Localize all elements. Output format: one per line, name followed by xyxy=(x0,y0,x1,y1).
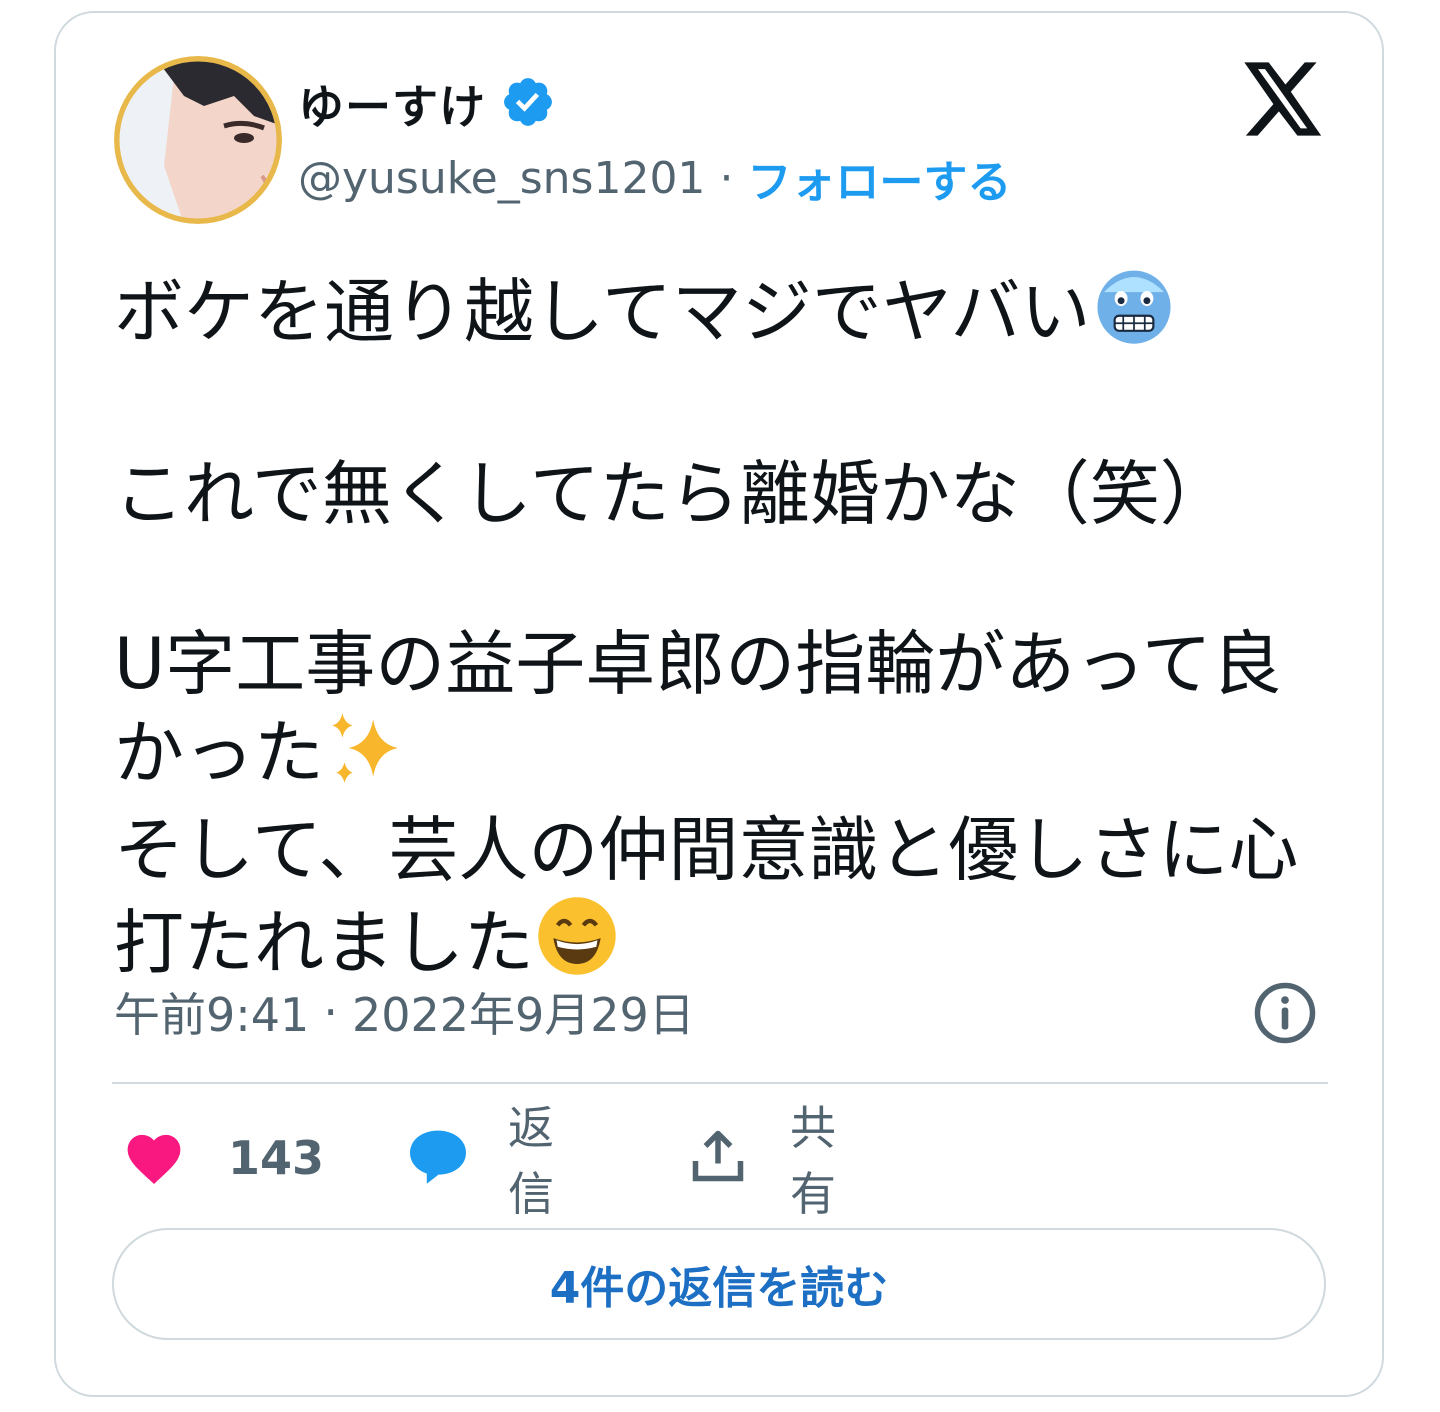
tweet-time: 午前9:41 xyxy=(114,988,310,1042)
share-button[interactable]: 共有 xyxy=(688,1101,836,1221)
cold-face-emoji xyxy=(1091,262,1177,367)
tweet-paragraph: これで無くしてたら離婚かな（笑） xyxy=(114,453,1230,535)
avatar[interactable] xyxy=(114,56,282,224)
author-handle[interactable]: @yusuke_sns1201 xyxy=(298,153,705,204)
read-replies-button[interactable]: 4件の返信を読む xyxy=(112,1228,1326,1340)
author-name-row[interactable]: ゆーすけ xyxy=(298,74,556,134)
handle-separator: · xyxy=(719,152,734,204)
divider xyxy=(112,1082,1328,1084)
reply-bubble-icon xyxy=(406,1126,470,1190)
share-icon xyxy=(688,1126,748,1190)
sparkles-emoji xyxy=(324,707,406,808)
author-display-name[interactable]: ゆーすけ xyxy=(298,71,486,137)
like-count: 143 xyxy=(228,1131,325,1185)
follow-button[interactable]: フォローする xyxy=(747,146,1011,210)
author-handle-row: @yusuke_sns1201 · フォローする xyxy=(298,146,1011,210)
share-label: 共有 xyxy=(790,1101,836,1221)
x-logo-icon[interactable] xyxy=(1244,62,1324,136)
info-icon[interactable] xyxy=(1252,980,1318,1046)
tweet-body: ボケを通り越してマジでヤバい これで無くしてたら離婚かな（笑） U字工事の益子卓… xyxy=(114,262,1334,998)
tweet-text-line: そして、芸人の仲間意識と優しさに心打たれました xyxy=(114,809,1299,984)
tweet-paragraph: ボケを通り越してマジでヤバい xyxy=(114,262,1334,367)
meta-separator: · xyxy=(323,985,338,1039)
tweet-timestamp[interactable]: 午前9:41 · 2022年9月29日 xyxy=(114,982,695,1042)
heart-icon xyxy=(122,1127,186,1189)
tweet-text-line: U字工事の益子卓郎の指輪があって良かった xyxy=(114,623,1282,794)
reply-label: 返信 xyxy=(508,1101,554,1221)
verified-badge-icon xyxy=(500,74,556,134)
tweet-paragraph: U字工事の益子卓郎の指輪があって良かった そして、芸人の仲間意識と優しさに心打たれ… xyxy=(114,622,1334,998)
reply-button[interactable]: 返信 xyxy=(406,1101,554,1221)
tweet-text-line: ボケを通り越してマジでヤバい xyxy=(114,271,1091,353)
like-button[interactable]: 143 xyxy=(122,1120,324,1196)
tweet-date: 2022年9月29日 xyxy=(351,988,695,1042)
